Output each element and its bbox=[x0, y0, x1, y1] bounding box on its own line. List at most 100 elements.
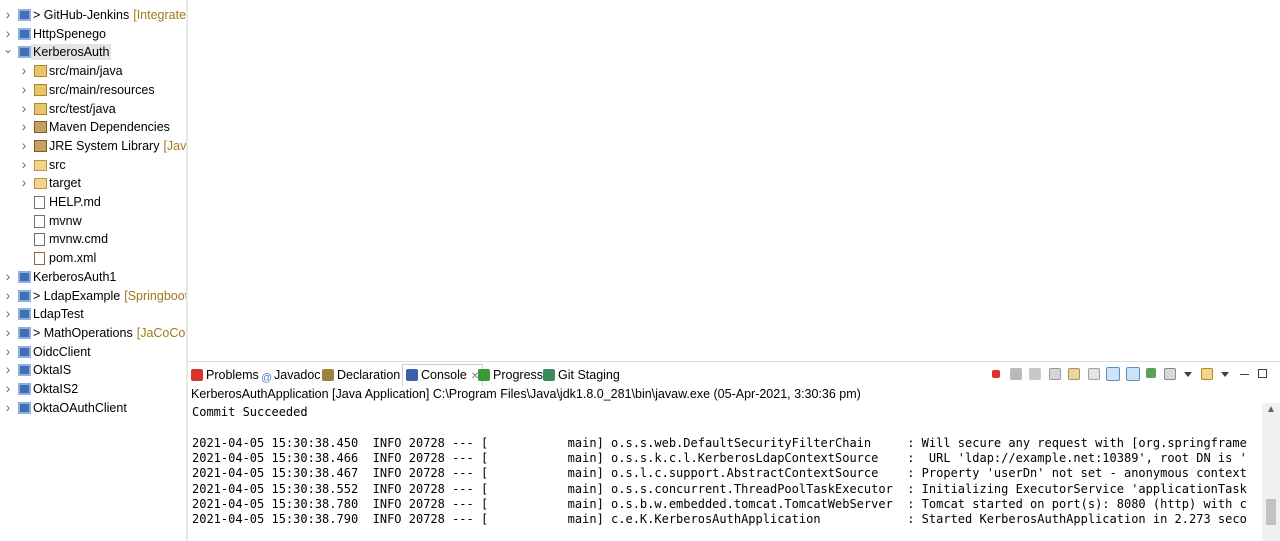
tree-item-label: Maven Dependencies bbox=[49, 119, 170, 135]
project-explorer: › > GitHub-Jenkins[Integrate-(› HttpSpeneg… bbox=[0, 0, 186, 541]
chevron-right-icon[interactable]: › bbox=[19, 100, 29, 118]
display-selected-console-icon[interactable] bbox=[1163, 368, 1176, 380]
console-output[interactable]: Commit Succeeded 2021-04-05 15:30:38.450 … bbox=[188, 403, 1262, 541]
tree-item[interactable]: › KerberosAuth1 bbox=[0, 268, 186, 286]
chevron-down-icon[interactable]: ⌄ bbox=[3, 43, 13, 61]
tree-item[interactable]: HELP.md bbox=[0, 193, 186, 211]
remove-launch-icon[interactable] bbox=[1009, 368, 1022, 380]
console-scrollbar[interactable]: ▲ bbox=[1262, 403, 1280, 541]
tree-item[interactable]: › src/test/java bbox=[0, 100, 186, 118]
scroll-lock-icon[interactable] bbox=[1068, 368, 1081, 380]
tree-item[interactable]: › Maven Dependencies bbox=[0, 118, 186, 136]
chevron-right-icon[interactable]: › bbox=[19, 62, 29, 80]
tree-item[interactable]: › HttpSpenego bbox=[0, 25, 186, 43]
source-folder-icon bbox=[34, 65, 47, 78]
project-icon bbox=[18, 364, 31, 377]
tree-item[interactable]: › LdapTest bbox=[0, 305, 186, 323]
project-icon bbox=[18, 308, 31, 321]
clear-console-icon[interactable] bbox=[1048, 368, 1061, 380]
tree-item[interactable]: › > MathOperations[JaCoCo-S bbox=[0, 324, 186, 342]
scrollbar-thumb[interactable] bbox=[1266, 499, 1276, 525]
tree-item-text: src/main/java bbox=[49, 64, 123, 79]
tree-item[interactable]: › JRE System Library[JavaSE bbox=[0, 137, 186, 155]
chevron-right-icon[interactable]: › bbox=[3, 380, 13, 398]
open-console-icon[interactable] bbox=[1200, 368, 1213, 380]
scroll-up-icon[interactable]: ▲ bbox=[1266, 405, 1276, 415]
tree-item-text: HELP.md bbox=[49, 195, 101, 209]
tree-item[interactable]: › OktaIS bbox=[0, 361, 186, 379]
pin-console-icon[interactable] bbox=[1146, 368, 1157, 378]
tree-item[interactable]: › OidcClient bbox=[0, 343, 186, 361]
tree-item-text: mvnw bbox=[49, 213, 82, 228]
chevron-right-icon[interactable]: › bbox=[3, 324, 13, 342]
chevron-right-icon[interactable]: › bbox=[19, 137, 29, 155]
tab-declaration[interactable]: Declaration bbox=[322, 365, 400, 386]
tree-item-text: JRE System Library bbox=[49, 138, 160, 153]
tab-label: Git Staging bbox=[558, 368, 620, 382]
tree-item[interactable]: › src bbox=[0, 156, 186, 174]
chevron-down-icon[interactable] bbox=[1184, 372, 1193, 377]
tree-item[interactable]: › src/main/java bbox=[0, 62, 186, 80]
console-icon bbox=[406, 369, 418, 381]
tree-item-text: HttpSpenego bbox=[33, 26, 106, 41]
word-wrap-icon[interactable] bbox=[1087, 368, 1100, 380]
tab-label: Progress bbox=[493, 368, 544, 382]
library-icon bbox=[34, 121, 47, 134]
tree-item[interactable]: › target bbox=[0, 174, 186, 192]
console-panel: Problems @ Javadoc Declaration Console ✕ Progr… bbox=[188, 361, 1280, 541]
tree-item[interactable]: mvnw.cmd bbox=[0, 230, 186, 248]
chevron-right-icon[interactable]: › bbox=[3, 361, 13, 379]
tree-item[interactable]: ⌄ KerberosAuth bbox=[0, 43, 186, 61]
chevron-right-icon[interactable]: › bbox=[19, 156, 29, 174]
tree-item[interactable]: › OktaIS2 bbox=[0, 380, 186, 398]
tree-item-label: src/test/java bbox=[49, 101, 116, 117]
tab-git-staging[interactable]: Git Staging bbox=[543, 365, 620, 386]
chevron-right-icon[interactable]: › bbox=[3, 6, 13, 24]
tab-javadoc[interactable]: @ Javadoc bbox=[261, 365, 321, 386]
terminate-icon[interactable] bbox=[992, 370, 1001, 378]
console-line: Commit Succeeded bbox=[192, 405, 308, 419]
chevron-right-icon[interactable]: › bbox=[3, 25, 13, 43]
tree-item-text: KerberosAuth1 bbox=[33, 269, 117, 284]
tree-item[interactable]: › src/main/resources bbox=[0, 81, 186, 99]
tree-item-label: KerberosAuth bbox=[31, 44, 112, 61]
tree-item-label: OktaIS bbox=[33, 362, 71, 378]
tree-item-label: OktaIS2 bbox=[33, 381, 78, 397]
tab-console[interactable]: Console ✕ bbox=[402, 364, 484, 386]
chevron-down-icon[interactable] bbox=[1221, 372, 1230, 377]
tree-item-label: pom.xml bbox=[49, 250, 96, 266]
tree-item[interactable]: mvnw bbox=[0, 212, 186, 230]
chevron-right-icon[interactable]: › bbox=[19, 174, 29, 192]
chevron-right-icon[interactable]: › bbox=[3, 287, 13, 305]
chevron-right-icon[interactable]: › bbox=[3, 399, 13, 417]
tree-item-decoration: [Springboot- bbox=[124, 288, 186, 303]
chevron-right-icon[interactable]: › bbox=[19, 118, 29, 136]
tree-item[interactable]: pom.xml bbox=[0, 249, 186, 267]
maximize-icon[interactable] bbox=[1258, 369, 1267, 378]
tree-item-label: HELP.md bbox=[49, 194, 101, 210]
tree-item[interactable]: › OktaOAuthClient bbox=[0, 399, 186, 417]
tree-item[interactable]: › > GitHub-Jenkins[Integrate-( bbox=[0, 6, 186, 24]
chevron-right-icon[interactable]: › bbox=[19, 81, 29, 99]
tab-problems[interactable]: Problems bbox=[191, 365, 259, 386]
chevron-right-icon[interactable]: › bbox=[3, 305, 13, 323]
show-console-stderr-icon[interactable] bbox=[1125, 367, 1140, 381]
tree-item-label: KerberosAuth1 bbox=[33, 269, 116, 285]
remove-all-launches-icon[interactable] bbox=[1029, 368, 1042, 380]
chevron-right-icon[interactable]: › bbox=[3, 268, 13, 286]
project-icon bbox=[18, 383, 31, 395]
project-icon bbox=[18, 345, 31, 358]
file-icon bbox=[34, 233, 45, 247]
tree-item-label: OktaOAuthClient bbox=[33, 400, 127, 416]
show-console-stdout-icon[interactable] bbox=[1106, 367, 1121, 381]
console-line: 2021-04-05 15:30:38.467 INFO 20728 --- [… bbox=[192, 466, 1247, 481]
tab-progress[interactable]: Progress bbox=[478, 365, 543, 386]
tree-item[interactable]: › > LdapExample [Springboot- bbox=[0, 287, 186, 305]
chevron-right-icon[interactable]: › bbox=[3, 343, 13, 361]
problems-icon bbox=[191, 369, 203, 381]
tree-item-label: > LdapExample [Springboot- bbox=[33, 288, 186, 304]
progress-icon bbox=[478, 369, 490, 381]
tree-item-label: JRE System Library[JavaSE bbox=[49, 138, 186, 154]
minimize-icon[interactable] bbox=[1239, 374, 1249, 375]
tree-item-label: target bbox=[49, 175, 81, 191]
